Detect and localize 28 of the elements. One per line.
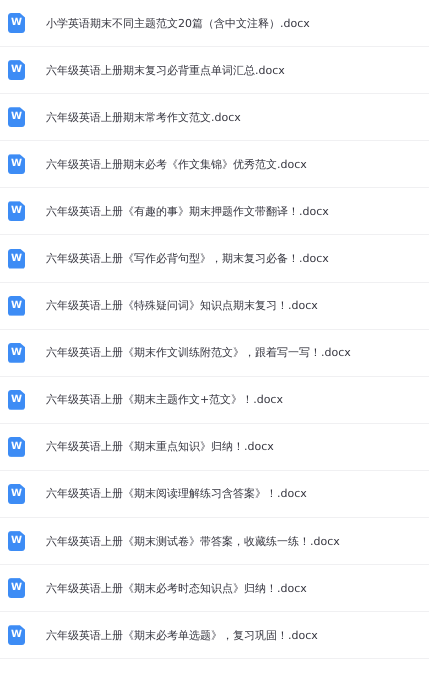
file-name[interactable]: 六年级英语上册《期末必考时态知识点》归纳！.docx: [46, 580, 307, 596]
document-icon: W: [8, 531, 25, 552]
file-name[interactable]: 六年级英语上册《期末主题作文+范文》！.docx: [46, 392, 283, 408]
file-name[interactable]: 六年级英语上册《期末必考单选题》，复习巩固！.docx: [46, 628, 318, 643]
document-icon: W: [8, 107, 25, 128]
file-name[interactable]: 六年级英语上册《期末重点知识》归纳！.docx: [46, 439, 274, 454]
document-icon: W: [8, 578, 25, 598]
file-name[interactable]: 小学英语期末不同主题范文20篇（含中文注释）.docx: [46, 16, 310, 31]
file-name[interactable]: 六年级英语上册《特殊疑问词》知识点期末复习！.docx: [46, 298, 318, 314]
file-name[interactable]: 六年级英语上册期末常考作文范文.docx: [46, 110, 241, 125]
file-name[interactable]: 六年级英语上册《期末阅读理解练习含答案》！.docx: [46, 486, 307, 502]
document-icon: W: [8, 625, 25, 646]
document-icon: W: [8, 13, 25, 34]
document-icon: W: [8, 436, 25, 457]
document-icon: W: [8, 484, 25, 504]
document-icon: W: [8, 154, 25, 174]
file-name[interactable]: 六年级英语上册期末复习必背重点单词汇总.docx: [46, 62, 285, 78]
file-name[interactable]: 六年级英语上册《期末测试卷》带答案，收藏练一练！.docx: [46, 534, 340, 549]
document-icon: W: [8, 248, 25, 269]
document-icon: W: [8, 296, 25, 316]
document-icon: W: [8, 342, 25, 363]
document-icon: W: [8, 390, 25, 410]
document-icon: W: [8, 201, 25, 222]
file-name[interactable]: 六年级英语上册期末必考《作文集锦》优秀范文.docx: [46, 156, 307, 172]
document-icon: W: [8, 60, 25, 80]
file-name[interactable]: 六年级英语上册《期末作文训练附范文》，跟着写一写！.docx: [46, 345, 351, 360]
file-name[interactable]: 六年级英语上册《写作必背句型》，期末复习必备！.docx: [46, 251, 329, 266]
file-name[interactable]: 六年级英语上册《有趣的事》期末押题作文带翻译！.docx: [46, 204, 329, 219]
